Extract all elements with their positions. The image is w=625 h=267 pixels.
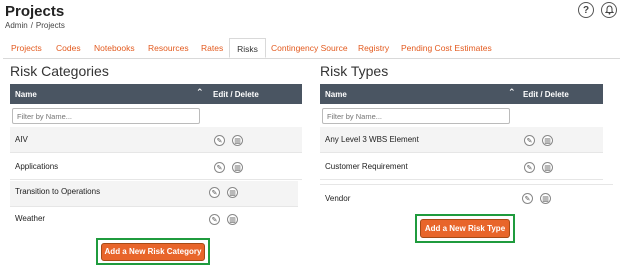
column-edit-delete-header: Edit / Delete	[213, 90, 259, 99]
delete-trash-icon[interactable]: ▥	[542, 135, 553, 146]
tab-registry[interactable]: Registry	[358, 39, 389, 57]
tab-codes[interactable]: Codes	[56, 39, 81, 57]
add-risk-category-highlight: Add a New Risk Category	[96, 238, 210, 265]
tab-pending-cost-estimates[interactable]: Pending Cost Estimates	[401, 39, 492, 57]
tab-notebooks[interactable]: Notebooks	[94, 39, 135, 57]
risk-type-name: Any Level 3 WBS Element	[325, 135, 419, 144]
table-row: Applications ✎ ▥	[10, 154, 302, 180]
edit-pencil-icon[interactable]: ✎	[209, 214, 220, 225]
breadcrumb-separator: /	[30, 21, 33, 30]
risk-categories-filter-input[interactable]	[12, 108, 200, 124]
delete-trash-icon[interactable]: ▥	[227, 187, 238, 198]
risk-types-title: Risk Types	[320, 63, 389, 79]
sort-chevron-up-icon[interactable]: ⌃	[196, 87, 204, 98]
delete-trash-icon[interactable]: ▥	[232, 162, 243, 173]
table-row: Customer Requirement ✎ ▥	[320, 154, 603, 180]
table-row: AIV ✎ ▥	[10, 127, 302, 153]
table-row: Transition to Operations ✎ ▥	[10, 181, 298, 207]
tab-resources[interactable]: Resources	[148, 39, 189, 57]
page-title: Projects	[5, 3, 65, 20]
tab-bar: Projects Codes Notebooks Resources Rates…	[3, 38, 620, 59]
table-row: Vendor ✎ ▥	[320, 184, 613, 210]
risk-categories-title: Risk Categories	[10, 63, 109, 79]
column-name-header[interactable]: Name	[325, 90, 347, 99]
edit-pencil-icon[interactable]: ✎	[209, 187, 220, 198]
risk-category-name: Applications	[15, 162, 59, 171]
add-risk-category-button[interactable]: Add a New Risk Category	[101, 243, 205, 261]
breadcrumb-projects: Projects	[35, 21, 65, 30]
column-name-header[interactable]: Name	[15, 90, 37, 99]
add-risk-type-highlight: Add a New Risk Type	[415, 214, 515, 243]
risk-type-name: Customer Requirement	[325, 162, 408, 171]
delete-trash-icon[interactable]: ▥	[540, 193, 551, 204]
tab-rates[interactable]: Rates	[201, 39, 223, 57]
risk-category-name: Transition to Operations	[15, 187, 101, 196]
edit-pencil-icon[interactable]: ✎	[214, 162, 225, 173]
risk-category-name: AIV	[15, 135, 28, 144]
tab-contingency-source[interactable]: Contingency Source	[271, 39, 348, 57]
table-row: Weather ✎ ▥	[10, 208, 298, 234]
sort-chevron-up-icon[interactable]: ⌃	[508, 87, 516, 98]
table-row: Any Level 3 WBS Element ✎ ▥	[320, 127, 603, 153]
delete-trash-icon[interactable]: ▥	[227, 214, 238, 225]
tab-risks[interactable]: Risks	[229, 38, 266, 58]
edit-pencil-icon[interactable]: ✎	[522, 193, 533, 204]
delete-trash-icon[interactable]: ▥	[232, 135, 243, 146]
edit-pencil-icon[interactable]: ✎	[524, 162, 535, 173]
risk-categories-header: Name ⌃ Edit / Delete	[10, 84, 302, 104]
delete-trash-icon[interactable]: ▥	[542, 162, 553, 173]
risk-types-header: Name ⌃ Edit / Delete	[320, 84, 603, 104]
breadcrumb: Admin / Projects	[5, 21, 65, 30]
tab-projects[interactable]: Projects	[11, 39, 42, 57]
column-edit-delete-header: Edit / Delete	[523, 90, 569, 99]
add-risk-type-button[interactable]: Add a New Risk Type	[420, 219, 510, 238]
edit-pencil-icon[interactable]: ✎	[524, 135, 535, 146]
risk-category-name: Weather	[15, 214, 46, 223]
bell-icon[interactable]	[601, 2, 617, 18]
edit-pencil-icon[interactable]: ✎	[214, 135, 225, 146]
breadcrumb-admin[interactable]: Admin	[5, 21, 28, 30]
risk-type-name: Vendor	[325, 194, 351, 203]
risk-types-filter-input[interactable]	[322, 108, 510, 124]
help-icon[interactable]: ?	[578, 2, 594, 18]
